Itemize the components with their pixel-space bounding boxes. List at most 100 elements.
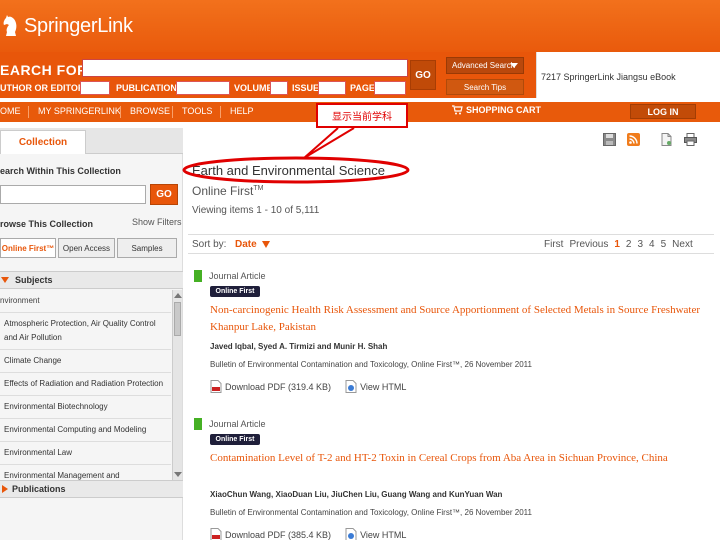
html-icon <box>345 528 357 540</box>
pager-first[interactable]: First <box>544 239 563 250</box>
issue-field[interactable] <box>318 81 346 95</box>
collection-title: Earth and Environmental Science <box>192 163 385 178</box>
nav-help[interactable]: HELP <box>230 106 254 116</box>
nav-tools[interactable]: TOOLS <box>182 106 212 116</box>
search-go-button[interactable]: GO <box>410 60 436 90</box>
volume-label: VOLUME <box>234 83 273 93</box>
sort-date-dropdown[interactable]: Date <box>235 239 257 250</box>
shopping-cart-link[interactable]: SHOPPING CART <box>452 105 541 115</box>
download-pdf-label: Download PDF (385.4 KB) <box>225 529 332 540</box>
result-source: Bulletin of Environmental Contamination … <box>210 508 532 517</box>
subjects-header[interactable]: Subjects <box>0 271 183 289</box>
advanced-search-label: Advanced Search <box>452 61 516 70</box>
download-pdf-link[interactable]: Download PDF (385.4 KB) <box>210 528 331 540</box>
result-title-link[interactable]: Contamination Level of T-2 and HT-2 Toxi… <box>210 450 710 467</box>
subject-item[interactable]: Environmental Biotechnology <box>0 396 171 419</box>
result-title-link[interactable]: Non-carcinogenic Health Risk Assessment … <box>210 302 710 336</box>
search-tips-link[interactable]: Search Tips <box>446 79 524 95</box>
pager-next[interactable]: Next <box>672 239 693 250</box>
advanced-search-button[interactable]: Advanced Search <box>446 57 524 74</box>
online-first-badge: Online First <box>210 434 260 445</box>
online-first-badge: Online First <box>210 286 260 297</box>
pager-page-current[interactable]: 1 <box>614 239 620 250</box>
document-icon[interactable] <box>660 132 673 146</box>
article-type-marker <box>194 270 202 282</box>
nav-divider <box>172 106 173 118</box>
scroll-down-icon[interactable] <box>174 472 182 477</box>
publication-field[interactable] <box>176 81 230 95</box>
view-html-label: View HTML <box>360 529 407 540</box>
pager-previous[interactable]: Previous <box>569 239 608 250</box>
view-html-link[interactable]: View HTML <box>345 380 406 393</box>
page-field[interactable] <box>374 81 406 95</box>
pager-page[interactable]: 5 <box>661 239 667 250</box>
print-icon[interactable] <box>684 132 697 146</box>
subject-item[interactable]: Environmental Law <box>0 442 171 465</box>
search-within-label: earch Within This Collection <box>0 166 121 176</box>
nav-my-springerlink[interactable]: MY SPRINGERLINK <box>38 106 121 116</box>
result-type-label: Journal Article <box>209 419 266 429</box>
author-editor-label: UTHOR OR EDITOR <box>0 83 85 93</box>
search-label: EARCH FOR <box>0 62 88 78</box>
subject-list-scrollbar[interactable] <box>172 290 182 480</box>
subject-item[interactable]: Climate Change <box>0 350 171 373</box>
publications-header[interactable]: Publications <box>0 480 183 498</box>
result-type-label: Journal Article <box>209 271 266 281</box>
subject-item[interactable]: Atmospheric Protection, Air Quality Cont… <box>0 313 171 350</box>
rss-icon[interactable] <box>627 132 640 146</box>
view-html-link[interactable]: View HTML <box>345 528 406 540</box>
result-links: Download PDF (385.4 KB) View HTML <box>210 528 420 540</box>
scroll-up-icon[interactable] <box>174 293 182 298</box>
search-result: Journal Article Online First Contaminati… <box>194 418 714 540</box>
volume-field[interactable] <box>270 81 288 95</box>
save-icon[interactable] <box>603 132 616 146</box>
scrollbar-thumb[interactable] <box>174 302 181 336</box>
pager-page[interactable]: 3 <box>637 239 643 250</box>
download-pdf-label: Download PDF (319.4 KB) <box>225 381 332 392</box>
logo-text: SpringerLink <box>24 14 133 37</box>
account-box: 7217 SpringerLink Jiangsu eBook <box>536 52 720 98</box>
search-input[interactable] <box>82 59 408 77</box>
result-authors: Javed Iqbal, Syed A. Tirmizi and Munir H… <box>210 342 388 351</box>
expanded-triangle-icon <box>1 277 9 283</box>
tab-collection[interactable]: Collection <box>0 130 86 154</box>
pager-page[interactable]: 2 <box>626 239 632 250</box>
springerlink-logo[interactable]: SpringerLink <box>0 10 133 42</box>
subject-item[interactable]: Environmental Computing and Modeling <box>0 419 171 442</box>
author-editor-field[interactable] <box>80 81 110 95</box>
view-html-label: View HTML <box>360 381 407 392</box>
result-source: Bulletin of Environmental Contamination … <box>210 360 532 369</box>
subject-item[interactable]: Effects of Radiation and Radiation Prote… <box>0 373 171 396</box>
result-type: Journal Article <box>194 270 266 282</box>
filter-online-first-button[interactable]: Online First™ <box>0 238 56 258</box>
nav-divider <box>28 106 29 118</box>
nav-browse[interactable]: BROWSE <box>130 106 170 116</box>
toolbar-icons <box>592 130 697 148</box>
subject-item[interactable]: Environmental Management and <box>0 465 171 480</box>
download-pdf-link[interactable]: Download PDF (319.4 KB) <box>210 380 331 393</box>
collection-search-go-button[interactable]: GO <box>150 184 178 205</box>
page-label: PAGE <box>350 83 375 93</box>
show-filters-link[interactable]: Show Filters <box>132 217 182 227</box>
browse-collection-label: rowse This Collection <box>0 219 94 229</box>
trademark-mark: TM <box>253 185 264 192</box>
login-button[interactable]: LOG IN <box>630 104 696 119</box>
collapsed-triangle-icon <box>2 485 8 493</box>
chess-knight-icon <box>3 15 17 36</box>
filter-open-access-button[interactable]: Open Access <box>58 238 115 258</box>
issue-label: ISSUE <box>292 83 320 93</box>
account-name: 7217 SpringerLink Jiangsu eBook <box>541 72 676 82</box>
collection-search-input[interactable] <box>0 185 146 204</box>
article-type-marker <box>194 418 202 430</box>
subject-item[interactable]: nvironment <box>0 290 171 313</box>
cart-icon <box>452 105 463 115</box>
shopping-cart-label: SHOPPING CART <box>466 105 542 115</box>
sort-caret-icon[interactable] <box>262 241 270 248</box>
nav-divider <box>120 106 121 118</box>
nav-home[interactable]: OME <box>0 106 21 116</box>
pagination: First Previous 1 2 3 4 5 Next <box>544 239 699 250</box>
filter-samples-button[interactable]: Samples <box>117 238 177 258</box>
pager-page[interactable]: 4 <box>649 239 655 250</box>
search-result: Journal Article Online First Non-carcino… <box>194 270 714 410</box>
chevron-down-icon <box>510 63 518 68</box>
